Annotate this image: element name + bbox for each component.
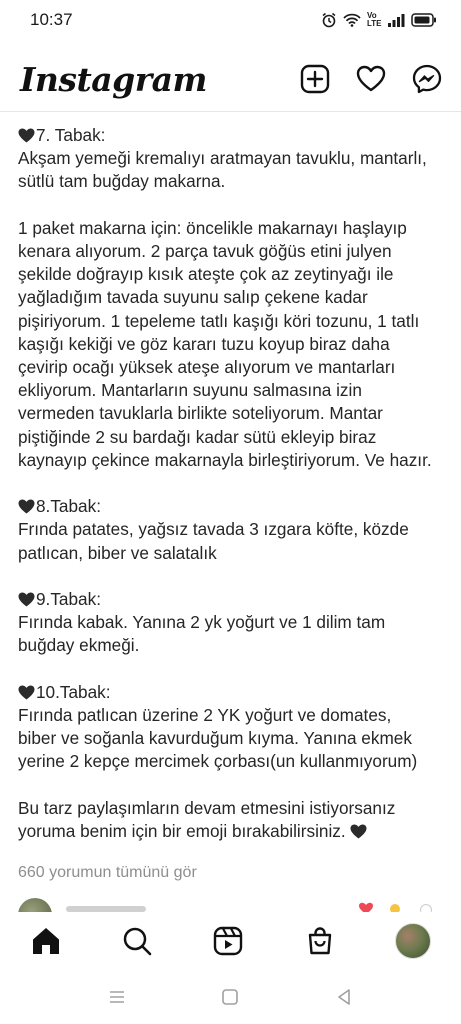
caption-line: patlıcan, biber ve salatalık [18,542,217,563]
home-icon[interactable] [30,925,62,957]
view-all-comments-link[interactable]: 660 yorumun tümünü gör [18,864,197,882]
home-square-icon[interactable] [220,987,240,1007]
caption-line: Bu tarz paylaşımların devam etmesini ist… [18,797,396,818]
caption-line: şekilde doğrayıp kısık ateşte çok az zey… [18,264,394,285]
black-heart-emoji-icon [18,128,35,143]
caption-line: biber ve soğanla kavurduğum kıyma. Yanın… [18,728,412,749]
caption-line: çevirip ocağı yüksek ateşe alıyorum ve m… [18,357,396,378]
caption-line: 8.Tabak: [18,495,448,518]
volte-label: Vo LTE [367,11,382,28]
battery-icon [411,13,436,27]
caption-line: vermeden tavuklarla birlikte soteliyorum… [18,403,383,424]
caption-line: 1 paket makarna için: öncelikle makarnay… [18,217,407,238]
caption-line: buğday ekmeği. [18,635,140,656]
status-time: 10:37 [30,10,73,29]
caption-line: pişiriyorum. 1 tepeleme tatlı kaşığı kör… [18,310,420,331]
black-heart-emoji-icon [18,685,35,700]
caption-line: kaynayıp çekince makarnayla birleştiriyo… [18,449,432,470]
instagram-logo[interactable]: Instagram [20,60,207,99]
caption-line: 10.Tabak: [18,681,448,704]
caption-line: ekliyorum. Mantarların suyunu salmasına … [18,380,362,401]
reels-icon[interactable] [212,925,244,957]
status-icons: Vo LTE [321,12,437,28]
caption-line: kenara alıyorum. 2 parça tavuk göğüs eti… [18,241,392,261]
messenger-icon[interactable] [411,63,443,95]
wifi-icon [343,13,361,27]
caption-line: Frında patates, yağsız tavada 3 ızgara k… [18,519,409,540]
header-actions [299,63,443,95]
new-post-icon[interactable] [299,63,331,95]
black-heart-emoji-icon [350,824,367,839]
caption-line: kaşığı kekiği ve göz kararı tuzu koyup b… [18,333,390,354]
app-header: Instagram [0,48,461,110]
status-bar: 10:37 Vo LTE [0,0,461,40]
caption-line: Fırında patlıcan üzerine 2 YK yoğurt ve … [18,705,392,726]
activity-heart-icon[interactable] [355,63,387,95]
caption-line: 7. Tabak: [18,124,448,147]
shop-icon[interactable] [304,925,336,957]
bottom-navigation [0,912,461,970]
signal-icon [388,14,405,27]
profile-avatar[interactable] [395,923,432,959]
header-divider [0,111,461,112]
black-heart-emoji-icon [18,499,35,514]
system-navigation [0,970,461,1024]
caption-line: yağladığım tavada suyunu salıp çekene ka… [18,287,368,308]
caption-line: sütlü tam buğday makarna. [18,171,226,192]
caption-line: yerine 2 kepçe mercimek çorbası(un kulla… [18,751,418,772]
menu-icon[interactable] [107,987,127,1007]
post-caption: 7. Tabak: Akşam yemeği kremalıyı aratmay… [18,124,448,843]
caption-line: Fırında kabak. Yanına 2 yk yoğurt ve 1 d… [18,612,386,633]
back-icon[interactable] [334,987,354,1007]
caption-line: yoruma benim için bir emoji bırakabilirs… [18,820,448,843]
caption-line: piştiğinde 2 su bardağı kadar sütü ekley… [18,426,377,447]
alarm-icon [322,12,336,28]
search-icon[interactable] [121,925,153,957]
black-heart-emoji-icon [18,592,35,607]
caption-line: 9.Tabak: [18,588,448,611]
caption-line: Akşam yemeği kremalıyı aratmayan tavuklu… [18,148,427,169]
